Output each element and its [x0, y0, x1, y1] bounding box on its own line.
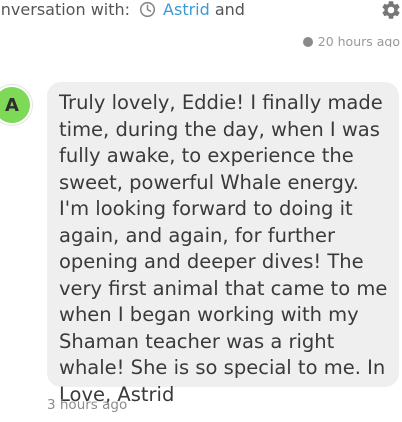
gear-icon[interactable] — [380, 0, 402, 21]
header-text: onversation with: Astrid and — [0, 0, 245, 19]
clock-icon — [139, 1, 156, 18]
previous-message-time: 20 hours ago — [317, 35, 400, 47]
contact-link-astrid[interactable]: Astrid — [163, 0, 210, 19]
conversation-view: onversation with: Astrid and 20 hours ag… — [0, 0, 402, 422]
header-suffix: and — [214, 0, 245, 19]
previous-message-timestamp: 20 hours ago — [302, 35, 400, 47]
status-dot-icon — [302, 37, 313, 47]
message-timestamp: 3 hours ago — [47, 397, 128, 413]
message-bubble: Truly lovely, Eddie! I finally made time… — [47, 82, 399, 406]
avatar[interactable]: A — [0, 85, 32, 125]
conversation-header: onversation with: Astrid and — [0, 0, 402, 30]
header-prefix: onversation with: — [0, 0, 131, 19]
